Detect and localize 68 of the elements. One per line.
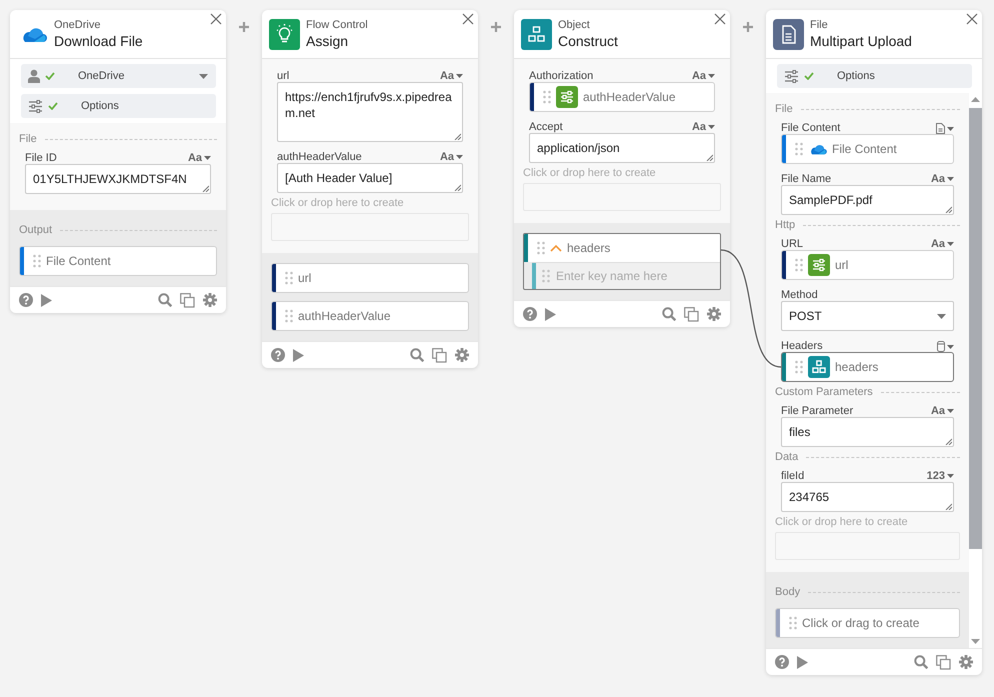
text-field[interactable]: application/json — [529, 133, 715, 163]
type-selector[interactable]: Aa — [692, 70, 715, 82]
node-title: Download File — [54, 32, 143, 50]
field-label: File Name — [781, 173, 832, 185]
options-row[interactable]: Options — [21, 94, 216, 118]
section-label: Http — [775, 219, 796, 231]
token-label: File Content — [832, 142, 897, 156]
type-selector[interactable]: Aa — [930, 238, 954, 250]
variable-token[interactable]: headers — [524, 234, 720, 262]
type-selector[interactable]: Aa — [692, 121, 715, 133]
variable-token[interactable]: authHeaderValue — [529, 82, 715, 112]
token-label: url — [835, 258, 848, 272]
node-category: Object — [558, 18, 591, 32]
field-label: fileId — [781, 470, 804, 482]
field-label: File Parameter — [781, 405, 854, 417]
text-field[interactable]: 01Y5LTHJEWXJKMDTSF4N — [25, 164, 211, 194]
variable-token[interactable]: url — [271, 263, 469, 293]
field-label: url — [277, 70, 290, 82]
drop-hint: Click or drop here to create — [271, 197, 405, 211]
field-label: authHeaderValue — [277, 151, 362, 163]
text-field[interactable]: files — [781, 417, 954, 447]
type-selector[interactable]: Aa — [440, 70, 463, 82]
token-label: Click or drag to create — [802, 616, 920, 630]
field-label: File ID — [25, 152, 57, 164]
node-category: Flow Control — [306, 18, 368, 32]
field-label: URL — [781, 238, 804, 250]
drop-hint: Click or drop here to create — [775, 516, 909, 530]
field-label: Headers — [781, 340, 823, 352]
variable-token[interactable]: headers — [781, 352, 954, 382]
node-category: File — [810, 18, 829, 32]
type-selector[interactable]: Aa — [930, 173, 954, 185]
section-label: Output — [19, 224, 52, 236]
drop-hint: Click or drop here to create — [523, 167, 657, 181]
token-label: authHeaderValue — [583, 90, 676, 104]
section-label: File — [775, 103, 793, 115]
node-category: OneDrive — [54, 18, 102, 32]
variable-token[interactable]: Click or drag to create — [775, 608, 960, 638]
section-label: File — [19, 133, 37, 145]
account-selector[interactable]: OneDrive — [21, 64, 216, 88]
type-selector[interactable]: 123 — [926, 470, 954, 482]
variable-token[interactable]: File Content — [781, 134, 954, 164]
variable-token[interactable]: authHeaderValue — [271, 301, 469, 331]
type-selector[interactable]: Aa — [440, 151, 463, 163]
field-label: Authorization — [529, 70, 594, 82]
field-label: Accept — [529, 121, 563, 133]
section-label: Custom Parameters — [775, 386, 873, 398]
select-field[interactable]: POST — [781, 301, 954, 331]
token-label: headers — [567, 241, 610, 255]
type-selector[interactable]: Aa — [930, 405, 954, 417]
type-selector[interactable]: Aa — [188, 152, 211, 164]
field-label: File Content — [781, 122, 840, 134]
node-title: Assign — [306, 32, 350, 50]
options-row[interactable]: Options — [777, 64, 972, 88]
text-field[interactable]: https://ench1fjrufv9s.x.pipedream.net — [277, 82, 463, 142]
section-label: Body — [775, 586, 800, 598]
token-label: url — [298, 271, 312, 285]
token-label: headers — [835, 360, 878, 374]
variable-token[interactable]: File Content — [19, 246, 217, 276]
field-label: Method — [781, 289, 818, 301]
node-title: Construct — [558, 32, 618, 50]
section-label: Data — [775, 451, 798, 463]
token-label: File Content — [46, 254, 111, 268]
text-field[interactable]: 234765 — [781, 482, 954, 512]
node-title: Multipart Upload — [810, 32, 912, 50]
variable-token[interactable]: url — [781, 250, 954, 280]
text-field[interactable]: SamplePDF.pdf — [781, 185, 954, 215]
token-label: authHeaderValue — [298, 309, 391, 323]
text-field[interactable]: [Auth Header Value] — [277, 163, 463, 193]
